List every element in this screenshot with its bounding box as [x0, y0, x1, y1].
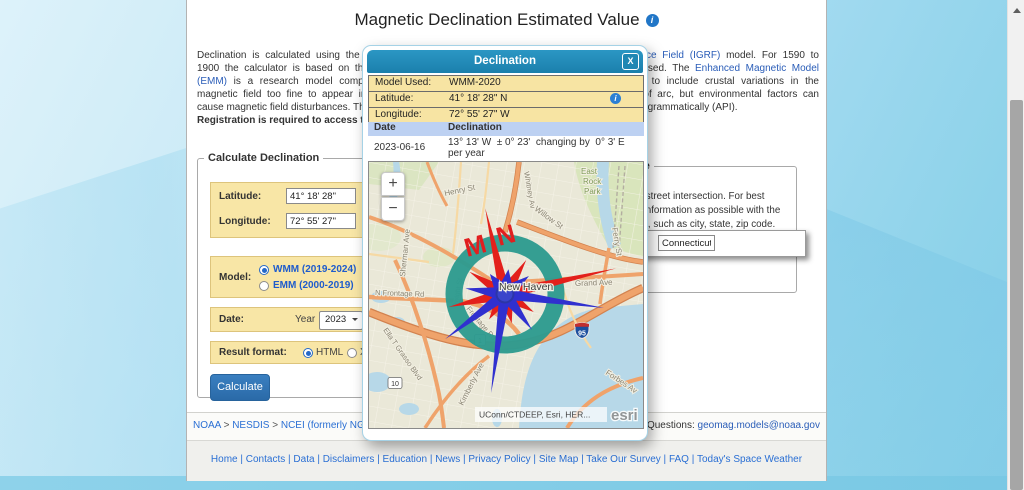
latitude-row: Latitude: 41° 18' 28" N i: [369, 92, 643, 108]
model-label: Model:: [219, 272, 251, 283]
map-attribution: UConn/CTDEEP, Esri, HER...: [479, 410, 590, 420]
model-used-row: Model Used: WMM-2020: [369, 76, 643, 92]
result-table-header: Date Declination: [368, 122, 644, 136]
calculate-button[interactable]: Calculate: [210, 374, 270, 401]
emm-link[interactable]: Enhanced Magnetic Model: [695, 63, 819, 74]
html-radio[interactable]: [303, 348, 313, 358]
map-zoom-out-button[interactable]: −: [381, 197, 405, 221]
scrollbar-up-arrow-icon[interactable]: [1008, 0, 1024, 16]
close-icon[interactable]: X: [622, 53, 639, 70]
title-info-icon[interactable]: i: [646, 14, 659, 27]
result-format-label: Result format:: [219, 347, 287, 358]
longitude-input[interactable]: [286, 213, 356, 229]
footer-link-space-weather[interactable]: Today's Space Weather: [697, 454, 802, 465]
longitude-label: Longitude:: [219, 216, 271, 227]
footer-links-bar: Home | Contacts | Data | Disclaimers | E…: [187, 440, 826, 481]
footer-link-data[interactable]: Data: [293, 454, 314, 465]
wmm-radio[interactable]: [259, 265, 269, 275]
esri-logo: esri: [611, 407, 638, 424]
latitude-label: Latitude:: [219, 191, 261, 202]
dialog-title-bar[interactable]: Declination: [367, 50, 643, 73]
footer-link-privacy[interactable]: Privacy Policy: [468, 454, 530, 465]
footer-link-sitemap[interactable]: Site Map: [539, 454, 578, 465]
footer-link-education[interactable]: Education: [383, 454, 427, 465]
map-zoom-in-button[interactable]: +: [381, 172, 405, 196]
questions-email-link[interactable]: geomag.models@noaa.gov: [698, 420, 820, 431]
footer-link-contacts[interactable]: Contacts: [246, 454, 285, 465]
breadcrumb-noaa[interactable]: NOAA: [193, 420, 221, 431]
footer-link-disclaimers[interactable]: Disclaimers: [323, 454, 375, 465]
date-label: Date:: [219, 314, 244, 325]
emm-abbr-link[interactable]: (EMM): [197, 76, 227, 87]
latitude-info-icon[interactable]: i: [610, 93, 621, 104]
svg-text:Rock: Rock: [583, 177, 602, 186]
result-table-row: 2023-06-16 13° 13' W ± 0° 23' changing b…: [368, 136, 644, 161]
emm-radio[interactable]: [259, 281, 269, 291]
dialog-summary-table: Model Used: WMM-2020 Latitude: 41° 18' 2…: [368, 75, 644, 124]
year-select[interactable]: 2023: [319, 311, 363, 330]
wmm-radio-label[interactable]: WMM (2019-2024): [273, 264, 356, 275]
year-label: Year: [295, 314, 315, 325]
xml-radio[interactable]: [347, 348, 357, 358]
scrollbar[interactable]: [1007, 0, 1024, 490]
map-city-label: New Haven: [499, 281, 553, 293]
location-suggestions-panel: [640, 230, 806, 257]
map-canvas[interactable]: 95 10 1 East Rock Park Willow St Henry S…: [369, 162, 643, 428]
result-date: 2023-06-16: [374, 142, 425, 153]
declination-map[interactable]: 95 10 1 East Rock Park Willow St Henry S…: [368, 161, 644, 429]
route-10-shield: 10: [388, 378, 402, 389]
svg-text:N Frontage Rd: N Frontage Rd: [375, 288, 424, 299]
browser-viewport: Magnetic Declination Estimated Value i De…: [0, 0, 1024, 490]
declination-dialog: Declination X Model Used: WMM-2020 Latit…: [362, 45, 648, 441]
html-radio-label[interactable]: HTML: [316, 347, 343, 358]
latitude-input[interactable]: [286, 188, 356, 204]
calc-form-legend: Calculate Declination: [204, 152, 323, 164]
svg-text:10: 10: [391, 381, 399, 388]
svg-text:Grand Ave: Grand Ave: [575, 278, 613, 288]
result-declination: 13° 13' W ± 0° 23' changing by 0° 3' Epe…: [448, 137, 638, 159]
location-input[interactable]: [658, 235, 715, 251]
longitude-row: Longitude: 72° 55' 27" W: [369, 108, 643, 123]
footer-link-survey[interactable]: Take Our Survey: [586, 454, 660, 465]
questions-contact: Questions: geomag.models@noaa.gov: [647, 420, 820, 431]
svg-text:East: East: [581, 167, 598, 176]
page-title-text: Magnetic Declination Estimated Value: [354, 10, 639, 29]
svg-text:95: 95: [578, 331, 586, 338]
footer-link-home[interactable]: Home: [211, 454, 238, 465]
footer-link-faq[interactable]: FAQ: [669, 454, 689, 465]
breadcrumb-nesdis[interactable]: NESDIS: [232, 420, 269, 431]
interstate-95-shield: 95: [575, 323, 589, 339]
svg-text:Park: Park: [584, 187, 601, 196]
footer-link-news[interactable]: News: [435, 454, 460, 465]
emm-radio-label[interactable]: EMM (2000-2019): [273, 280, 354, 291]
page-title: Magnetic Declination Estimated Value i: [187, 10, 826, 30]
scrollbar-thumb[interactable]: [1010, 100, 1023, 490]
